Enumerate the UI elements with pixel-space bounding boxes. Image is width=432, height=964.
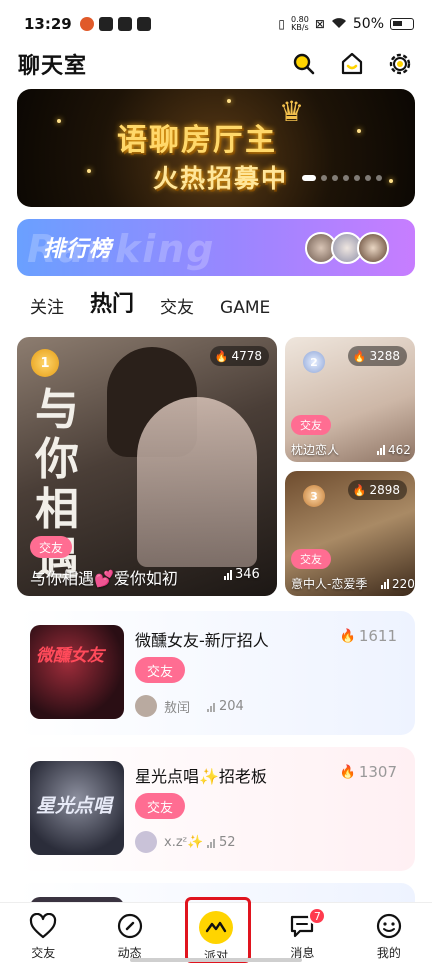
heat-count: 🔥 1611	[339, 627, 397, 645]
room-title: 星光点唱✨招老板	[135, 767, 267, 786]
mail-icon	[136, 17, 151, 31]
vibrate-icon: ▯	[278, 17, 285, 31]
room-tag: 交友	[135, 793, 186, 819]
room-tag: 交友	[291, 415, 331, 435]
room-card-rank-3[interactable]: 3 🔥 2898 交友 意中人-恋爱季 220	[285, 471, 415, 596]
room-name: 意中人-恋爱季	[291, 577, 368, 591]
list-item[interactable]: 微醺女友 微醺女友-新厅招人 🔥 1611 交友 敖闰 204	[17, 611, 415, 735]
battery-percent: 50%	[352, 16, 384, 32]
avatar	[135, 695, 157, 717]
room-thumbnail: 星光点唱	[30, 761, 124, 855]
tab-game[interactable]: GAME	[220, 298, 270, 318]
nav-messages[interactable]: 7 消息	[259, 903, 345, 964]
online-bars-icon	[207, 702, 215, 712]
online-count: 204	[207, 699, 244, 714]
fire-icon: 🔥	[214, 349, 229, 363]
room-thumbnail: 微醺女友	[30, 625, 124, 719]
smile-icon	[374, 911, 404, 941]
page-title: 聊天室	[18, 54, 88, 79]
gear-icon	[389, 53, 411, 75]
sim-off-icon: ⊠	[314, 17, 325, 31]
tab-dating[interactable]: 交友	[160, 293, 194, 318]
room-name: 枕边恋人	[291, 443, 340, 457]
ranking-banner[interactable]: Ranking 排行榜	[17, 219, 415, 276]
heat-count: 🔥 3288	[347, 346, 407, 366]
ranking-avatars	[305, 232, 389, 264]
home-indicator	[130, 958, 302, 962]
search-button[interactable]	[290, 50, 318, 78]
app-icon	[98, 17, 113, 31]
heat-count: 🔥 1307	[339, 763, 397, 781]
online-count: 346	[224, 567, 260, 582]
highlight-box	[185, 897, 251, 963]
banner-headline: 语聊房厅主	[117, 123, 277, 158]
rank-medal-icon: 2	[303, 351, 325, 373]
compass-icon	[115, 911, 145, 941]
network-speed: 0.80 KB/s	[291, 15, 309, 32]
fire-icon: 🔥	[352, 349, 367, 363]
list-item[interactable]: 星光点唱 星光点唱✨招老板 🔥 1307 交友 x.zᶻ✨ 52	[17, 747, 415, 871]
status-time: 13:29	[24, 15, 72, 33]
avatar	[135, 831, 157, 853]
ranking-label: 排行榜	[43, 237, 113, 262]
room-tag: 交友	[30, 536, 73, 558]
tab-follow[interactable]: 关注	[30, 293, 64, 318]
settings-button[interactable]	[386, 50, 414, 78]
weibo-icon	[79, 17, 94, 31]
room-tag: 交友	[291, 549, 331, 569]
fire-icon: 🔥	[339, 628, 356, 644]
rank-medal-icon: 1	[31, 349, 59, 377]
avatar	[357, 232, 389, 264]
unread-badge: 7	[308, 907, 327, 925]
banner-subheadline: 火热招募中	[153, 164, 289, 193]
nav-profile[interactable]: 我的	[346, 903, 432, 964]
online-count: 220	[381, 577, 415, 591]
online-count: 462	[377, 443, 411, 457]
fire-icon: 🔥	[352, 483, 367, 497]
room-card-rank-2[interactable]: 2 🔥 3288 交友 枕边恋人 462	[285, 337, 415, 462]
online-bars-icon	[224, 569, 232, 580]
online-count: 52	[207, 835, 236, 850]
room-title: 微醺女友-新厅招人	[135, 631, 269, 650]
room-owner: x.zᶻ✨	[135, 831, 204, 853]
tab-hot[interactable]: 热门	[90, 286, 134, 318]
fire-icon: 🔥	[339, 764, 356, 780]
status-bar: 13:29 ▯ 0.80 KB/s ⊠ 50%	[0, 0, 432, 48]
wifi-icon	[331, 17, 347, 32]
app-header: 聊天室	[0, 44, 432, 84]
rank-medal-icon: 3	[303, 485, 325, 507]
promo-banner[interactable]: ♛ 语聊房厅主 火热招募中	[17, 89, 415, 207]
banner-pagination	[302, 175, 382, 181]
nav-dating[interactable]: 交友	[0, 903, 86, 964]
nav-feed[interactable]: 动态	[86, 903, 172, 964]
search-icon	[293, 53, 315, 75]
house-icon	[341, 52, 363, 75]
my-room-button[interactable]	[338, 50, 366, 78]
category-tabs: 关注 热门 交友 GAME	[30, 286, 296, 318]
room-name: 与你相遇💕爱你如初	[30, 569, 178, 588]
heat-count: 🔥 4778	[209, 346, 269, 366]
heat-count: 🔥 2898	[347, 480, 407, 500]
fan-icon	[117, 17, 132, 31]
battery-icon	[390, 18, 414, 30]
room-card-featured[interactable]: 与你相遇 1 🔥 4778 交友 与你相遇💕爱你如初 346	[17, 337, 277, 596]
heart-icon	[28, 911, 58, 941]
crown-icon: ♛	[279, 95, 305, 128]
room-owner: 敖闰	[135, 695, 190, 717]
room-tag: 交友	[135, 657, 186, 683]
